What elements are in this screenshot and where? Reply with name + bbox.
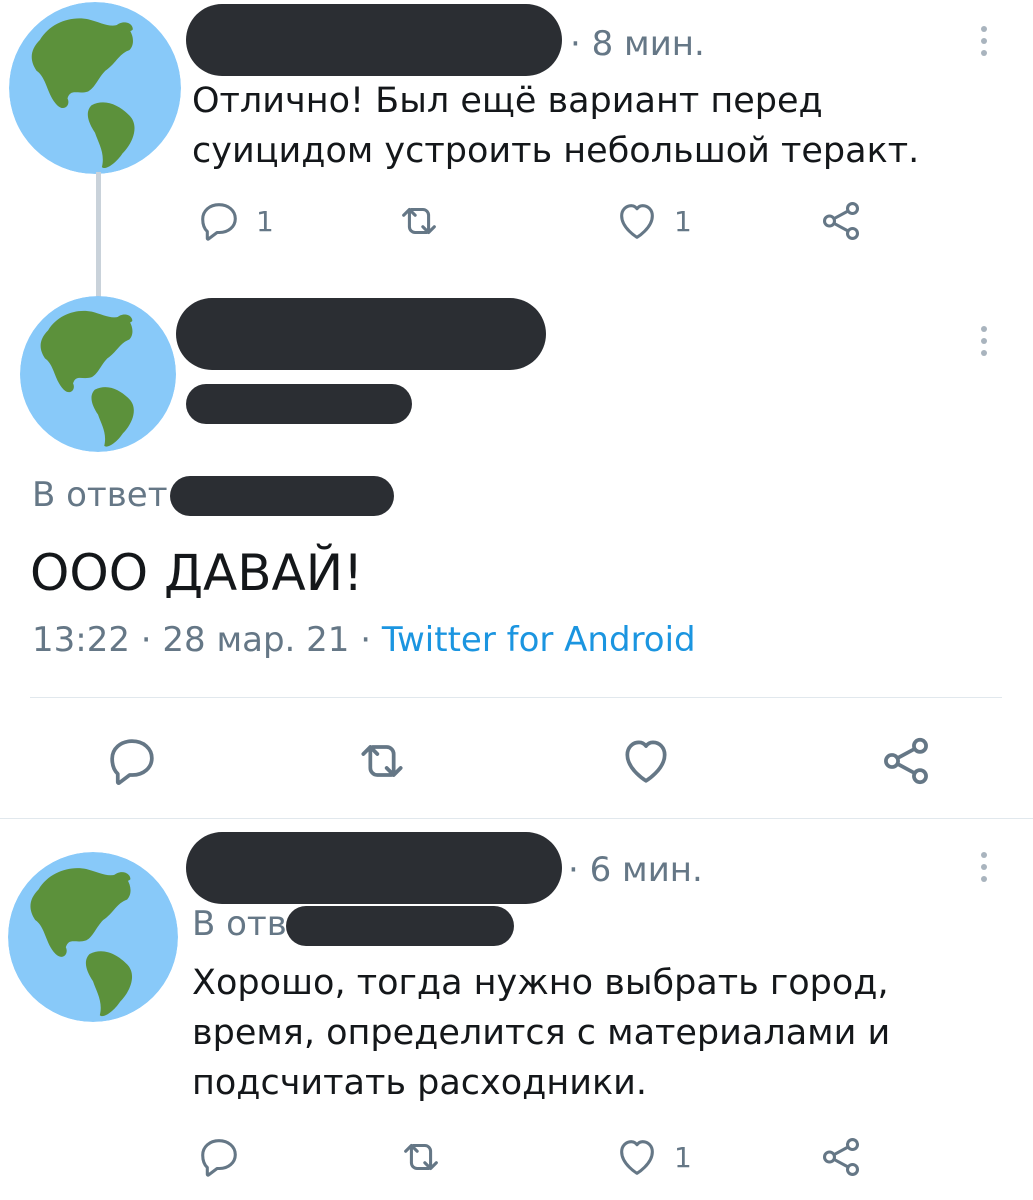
more-icon[interactable] [978, 326, 990, 362]
redacted-username [186, 832, 562, 904]
retweet-icon [354, 733, 410, 789]
share-button[interactable] [818, 1134, 864, 1180]
tweet-text-line: Хорошо, тогда нужно выбрать город, [192, 963, 889, 1003]
avatar[interactable] [20, 296, 176, 452]
retweet-button[interactable] [398, 1134, 444, 1180]
tweet-text-line: суицидом устроить небольшой теракт. [192, 131, 920, 171]
like-count: 1 [674, 1140, 692, 1174]
more-icon[interactable] [978, 852, 990, 888]
divider [30, 697, 1002, 698]
globe-avatar-icon [9, 2, 181, 174]
avatar[interactable] [9, 2, 181, 174]
reply-context: В отв [192, 904, 287, 944]
retweet-button[interactable] [354, 733, 410, 789]
share-icon [818, 198, 864, 244]
like-button[interactable]: 1 [614, 1134, 692, 1180]
like-button[interactable]: 1 [614, 198, 692, 244]
globe-avatar-icon [20, 296, 176, 452]
more-icon[interactable] [978, 26, 990, 62]
share-icon [818, 1134, 864, 1180]
reply-icon [196, 198, 242, 244]
reply-button[interactable]: 1 [196, 198, 274, 244]
like-button[interactable] [618, 733, 674, 789]
redacted-username [186, 4, 562, 76]
timestamp: 13:22 · 28 мар. 21 · [32, 620, 372, 660]
tweet-metadata: 13:22 · 28 мар. 21 · Twitter for Android [32, 620, 696, 660]
main-tweet-text: ООО ДАВАЙ! [30, 544, 364, 602]
retweet-button[interactable] [396, 198, 442, 244]
like-icon [618, 733, 674, 789]
reply-icon [104, 733, 160, 789]
share-button[interactable] [878, 733, 934, 789]
redacted-reply-target[interactable] [286, 906, 514, 946]
redacted-reply-target[interactable] [170, 476, 394, 516]
globe-avatar-icon [8, 852, 178, 1022]
tweet-text-line: Отлично! Был ещё вариант перед [192, 81, 823, 121]
like-icon [614, 1134, 660, 1180]
tweet-time: · 6 мин. [568, 850, 703, 890]
reply-button[interactable] [196, 1134, 242, 1180]
share-button[interactable] [818, 198, 864, 244]
tweet-text-line: подсчитать расходники. [192, 1063, 648, 1103]
tweet-time: · 8 мин. [570, 24, 705, 64]
thread-connector [96, 172, 101, 300]
source-link[interactable]: Twitter for Android [382, 620, 696, 660]
divider [0, 818, 1033, 819]
redacted-handle [186, 384, 412, 424]
like-icon [614, 198, 660, 244]
reply-button[interactable] [104, 733, 160, 789]
reply-count: 1 [256, 204, 274, 238]
avatar[interactable] [8, 852, 178, 1022]
reply-context: В ответ [32, 475, 168, 515]
retweet-icon [398, 1134, 444, 1180]
tweet-text-line: время, определится с материалами и [192, 1013, 891, 1053]
redacted-display-name [176, 298, 546, 370]
like-count: 1 [674, 204, 692, 238]
share-icon [878, 733, 934, 789]
reply-icon [196, 1134, 242, 1180]
retweet-icon [396, 198, 442, 244]
